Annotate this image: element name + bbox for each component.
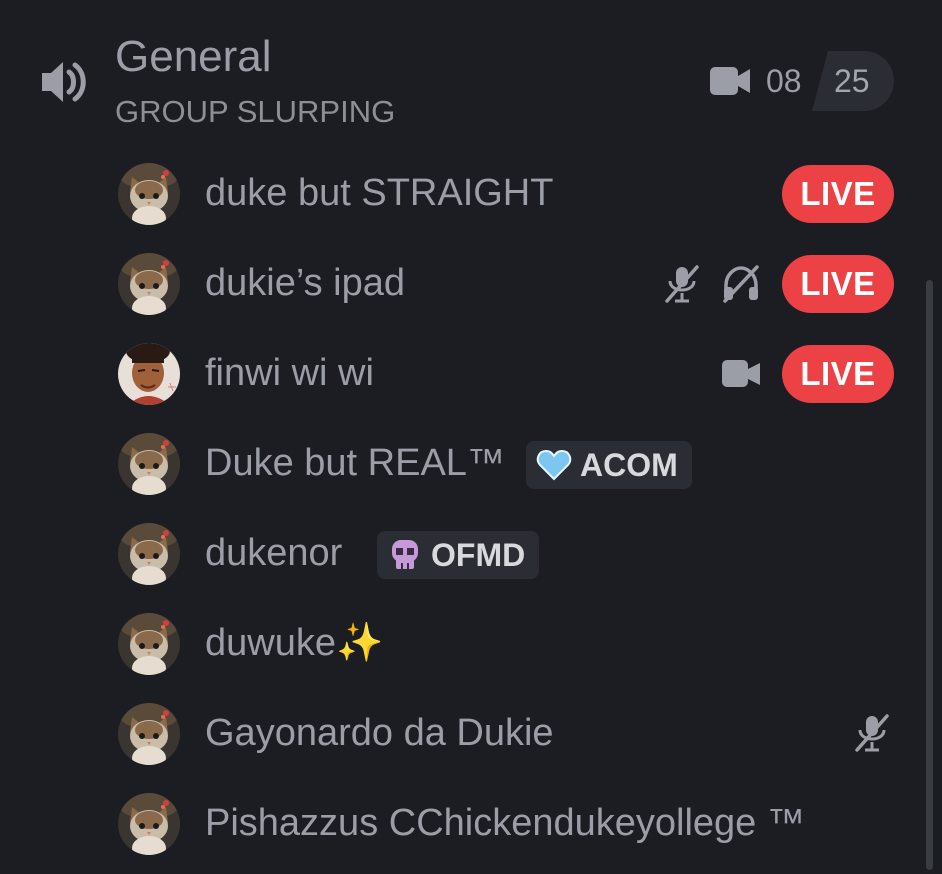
role-tag: OFMD [377,531,540,579]
member-name: duke but STRAIGHT [205,172,554,214]
scrollbar[interactable] [926,280,933,870]
voice-member[interactable]: duke but STRAIGHT LIVE [0,148,942,238]
user-limit: 25 [834,63,870,99]
avatar [118,523,180,585]
user-count-pill: 08 25 [758,51,894,111]
voice-member[interactable]: Gayonardo da Dukie [0,688,942,778]
member-name: Gayonardo da Dukie [205,712,554,754]
avatar [118,613,180,675]
channel-name: General [115,32,272,81]
video-camera-icon [710,67,750,95]
voice-member[interactable]: dukenor OFMD [0,508,942,598]
avatar [118,163,180,225]
member-name: Pishazzus CChickendukeyollege ™ [205,802,805,844]
voice-member[interactable]: duwuke✨ [0,598,942,688]
member-name: Duke but REAL™ [205,442,505,484]
avatar [118,253,180,315]
speaker-icon [42,62,86,102]
skull-icon [392,540,418,569]
voice-member[interactable]: Duke but REAL™ ACOM [0,418,942,508]
member-name: dukenor [205,532,343,574]
voice-member[interactable]: dukie’s ipad LIVE [0,238,942,328]
muted-mic-icon [665,265,699,303]
role-tag-label: OFMD [431,537,526,573]
live-badge[interactable]: LIVE [782,255,894,313]
video-camera-icon [722,360,760,387]
channel-topic: GROUP SLURPING [115,94,396,129]
role-tag: ACOM [526,441,692,489]
voice-member[interactable]: finwi wi wi LIVE [0,328,942,418]
live-badge[interactable]: LIVE [782,345,894,403]
avatar [118,703,180,765]
live-badge[interactable]: LIVE [782,165,894,223]
role-tag-label: ACOM [580,447,678,483]
user-limit-box: 25 [812,51,894,111]
member-name: duwuke✨ [205,622,384,664]
avatar [118,433,180,495]
voice-channel-header[interactable]: General GROUP SLURPING 08 25 [0,0,942,140]
avatar [118,793,180,855]
video-count: 08 [766,63,802,99]
avatar [118,343,180,405]
voice-member[interactable]: Pishazzus CChickendukeyollege ™ [0,778,942,868]
blue-heart-icon [536,449,572,481]
deafened-headphones-icon [723,265,759,303]
muted-mic-icon [855,714,889,752]
member-name: finwi wi wi [205,352,374,394]
member-name: dukie’s ipad [205,262,406,304]
